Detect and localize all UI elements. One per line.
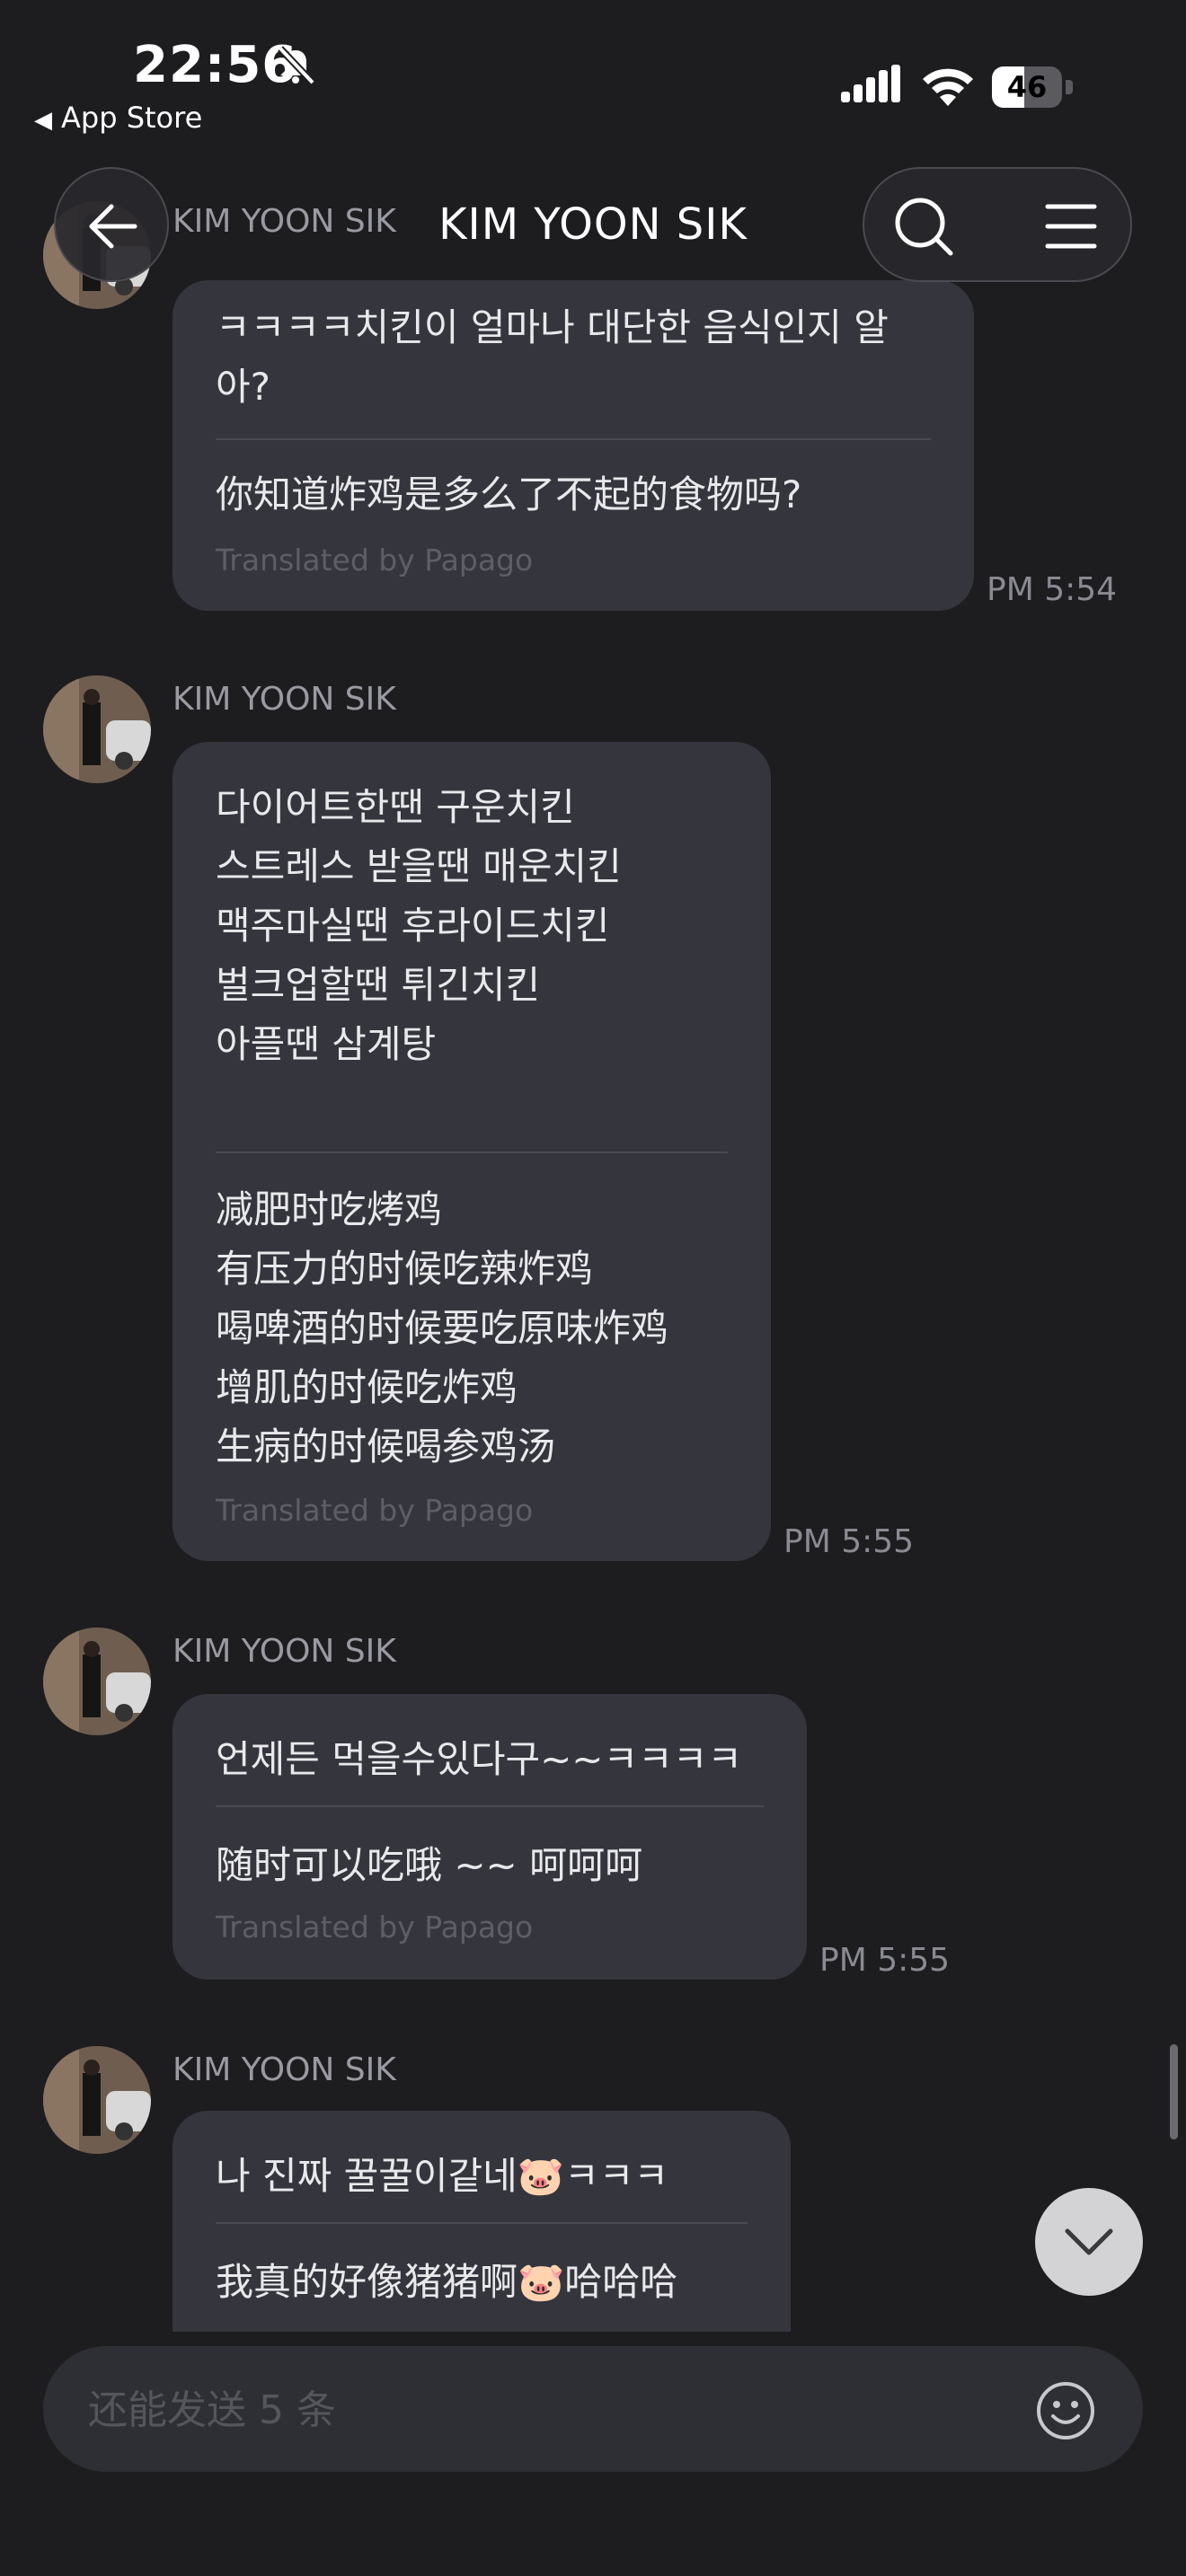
battery-indicator: 46	[992, 66, 1075, 108]
message-clip: 나 진짜 꿀꿀이같네🐷ㅋㅋㅋ 我真的好像猪猪啊🐷哈哈哈	[0, 2111, 1186, 2332]
translation-divider	[216, 1805, 764, 1807]
sender-name: KIM YOON SIK	[173, 1633, 396, 1670]
search-icon[interactable]	[893, 196, 954, 257]
header-actions	[863, 167, 1132, 282]
translated-by-papago: Translated by Papago	[216, 1493, 534, 1528]
emoji-icon[interactable]	[1035, 2380, 1096, 2441]
message-input[interactable]	[86, 2378, 988, 2441]
message-original: ㅋㅋㅋㅋ치킨이 얼마나 대단한 음식인지 알 아?	[216, 305, 889, 409]
message-original: 언제든 먹을수있다구~~ㅋㅋㅋㅋ	[216, 1737, 743, 1781]
message-time: PM 5:54	[987, 571, 1118, 608]
message-bubble[interactable]: 언제든 먹을수있다구~~ㅋㅋㅋㅋ 随时可以吃哦 ~~ 呵呵呵 Translate…	[173, 1694, 807, 1980]
cellular-signal-icon	[841, 65, 900, 102]
message-translation: 我真的好像猪猪啊🐷哈哈哈	[216, 2260, 678, 2304]
message-bubble[interactable]: ㅋㅋㅋㅋ치킨이 얼마나 대단한 음식인지 알 아? 你知道炸鸡是多么了不起的食物…	[173, 280, 974, 611]
message-translation: 你知道炸鸡是多么了不起的食物吗?	[216, 472, 802, 516]
status-bar: 22:56 ◀ App Store 46	[0, 0, 1186, 153]
sender-name: KIM YOON SIK	[173, 2051, 396, 2088]
avatar[interactable]	[43, 675, 151, 783]
translated-by-papago: Translated by Papago	[216, 1910, 534, 1945]
message-translation: 随时可以吃哦 ~~ 呵呵呵	[216, 1843, 643, 1887]
message-time: PM 5:55	[819, 1942, 951, 1979]
translated-by-papago: Translated by Papago	[216, 543, 534, 578]
scroll-to-bottom-button[interactable]	[1035, 2188, 1143, 2296]
message-translation: 减肥时吃烤鸡 有压力的时候吃辣炸鸡 喝啤酒的时候要吃原味炸鸡 增肌的时候吃炸鸡 …	[216, 1187, 669, 1469]
message-composer	[43, 2346, 1143, 2472]
menu-icon[interactable]	[1040, 196, 1102, 257]
status-time: 22:56	[133, 36, 298, 94]
translation-divider	[216, 2222, 748, 2224]
message-time: PM 5:55	[783, 1523, 915, 1560]
bell-slash-icon	[278, 46, 315, 85]
message-bubble[interactable]: 나 진짜 꿀꿀이같네🐷ㅋㅋㅋ 我真的好像猪猪啊🐷哈哈哈	[173, 2111, 791, 2332]
battery-percent: 46	[1006, 70, 1048, 104]
back-to-app-store[interactable]: ◀ App Store	[34, 101, 202, 135]
translation-divider	[216, 438, 931, 440]
translation-divider	[216, 1151, 728, 1153]
scrollbar[interactable]	[1170, 2044, 1178, 2139]
back-button[interactable]	[54, 167, 169, 282]
avatar[interactable]	[43, 1628, 151, 1735]
wifi-icon	[923, 68, 973, 106]
back-app-label: App Store	[61, 101, 203, 135]
message-original: 다이어트한땐 구운치킨 스트레스 받을땐 매운치킨 맥주마실땐 후라이드치킨 벌…	[216, 785, 622, 1066]
message-original: 나 진짜 꿀꿀이같네🐷ㅋㅋㅋ	[216, 2154, 669, 2198]
chat-title: KIM YOON SIK	[438, 199, 748, 250]
arrow-left-icon	[89, 204, 137, 249]
sender-name: KIM YOON SIK	[173, 681, 396, 718]
message-bubble[interactable]: 다이어트한땐 구운치킨 스트레스 받을땐 매운치킨 맥주마실땐 후라이드치킨 벌…	[173, 742, 771, 1561]
chevron-down-icon	[1065, 2228, 1113, 2255]
back-triangle-icon: ◀	[34, 107, 52, 134]
